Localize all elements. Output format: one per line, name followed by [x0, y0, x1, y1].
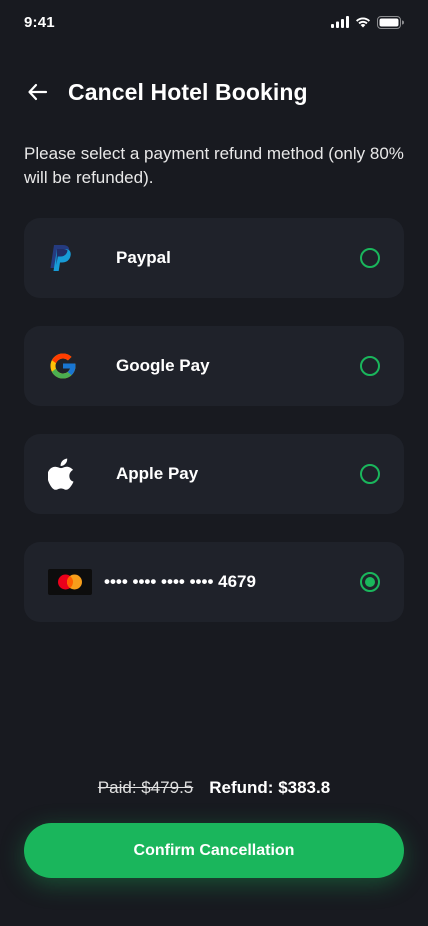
method-google-pay[interactable]: Google Pay: [24, 326, 404, 406]
radio-button-selected[interactable]: [360, 572, 380, 592]
method-paypal[interactable]: Paypal: [24, 218, 404, 298]
battery-icon: [377, 15, 404, 29]
refund-method-list: Paypal Google Pay Apple Pay •••• •••• ••…: [24, 218, 404, 650]
radio-button[interactable]: [360, 464, 380, 484]
wifi-icon: [356, 17, 370, 28]
back-button[interactable]: [24, 78, 52, 106]
method-label: Paypal: [116, 248, 171, 267]
method-label: •••• •••• •••• •••• 4679: [104, 572, 256, 591]
refund-amount: Refund: $383.8: [209, 778, 331, 797]
cellular-signal-icon: [331, 16, 349, 28]
status-time: 9:41: [24, 13, 55, 31]
radio-dot: [365, 577, 375, 587]
status-bar: 9:41: [0, 0, 428, 44]
instruction-text: Please select a payment refund method (o…: [24, 144, 404, 187]
status-icons: [331, 15, 404, 29]
header: Cancel Hotel Booking: [24, 70, 404, 114]
apple-icon: [48, 458, 74, 490]
paypal-icon: [50, 245, 71, 271]
page-title: Cancel Hotel Booking: [68, 78, 308, 105]
arrow-left-icon: [28, 83, 48, 101]
method-mastercard[interactable]: •••• •••• •••• •••• 4679: [24, 542, 404, 622]
google-icon: [50, 353, 76, 379]
method-label: Google Pay: [116, 356, 210, 375]
paid-amount: Paid: $479.5: [97, 778, 194, 797]
method-apple-pay[interactable]: Apple Pay: [24, 434, 404, 514]
mastercard-icon: [48, 569, 92, 595]
radio-button[interactable]: [360, 248, 380, 268]
refund-summary: Paid: $479.5 Refund: $383.8: [0, 778, 428, 798]
radio-button[interactable]: [360, 356, 380, 376]
method-label: Apple Pay: [116, 464, 199, 483]
confirm-cancellation-button[interactable]: Confirm Cancellation: [24, 823, 404, 878]
